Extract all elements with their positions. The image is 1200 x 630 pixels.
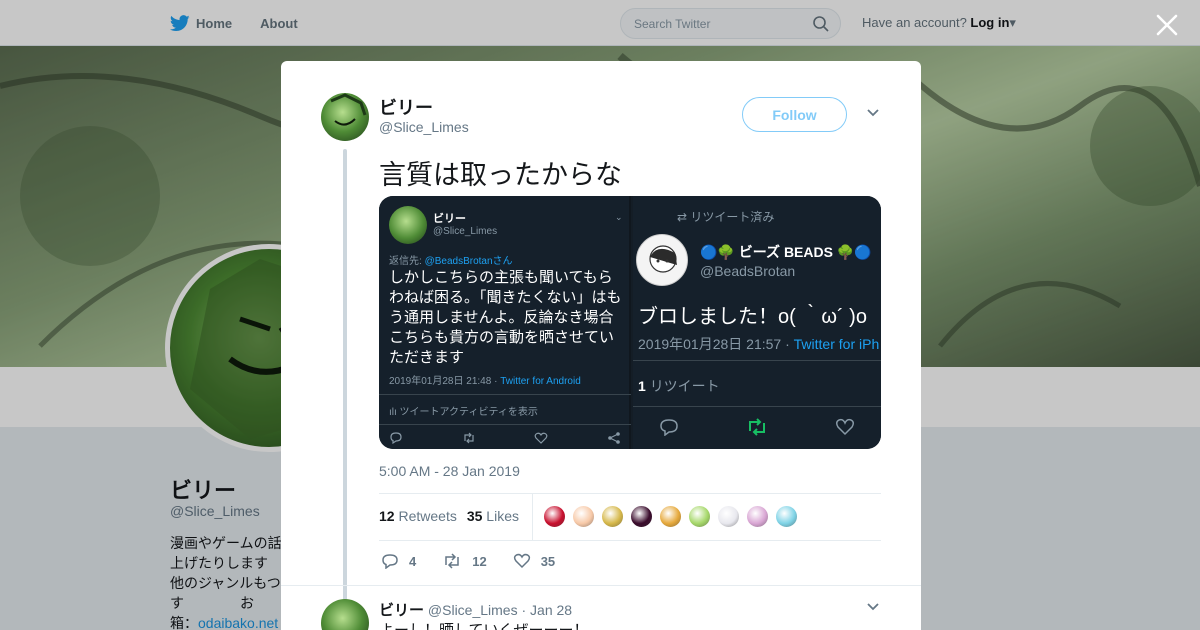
chevron-down-icon: ⌄ [615,212,623,222]
chevron-down-icon[interactable] [866,602,880,612]
screenshot-reply-to: 返信先: @BeadsBrotanさん [389,252,513,267]
chevron-down-icon[interactable] [866,108,880,118]
rt-count-label: リツイート [649,378,720,394]
screenshot-author-name: ビリー [433,213,466,225]
retweeted-text: リツイート済み [690,210,775,224]
screenshot-action-icons [659,418,855,436]
divider [633,360,881,361]
retweet-icon: ⇄ [677,210,691,224]
liker-avatar[interactable] [688,505,711,528]
retweets-stat[interactable]: 12 Retweets [379,508,457,524]
screenshot-tweet-text: ブロしました！o( ｀ω´ )o [638,306,867,328]
avatar [636,234,688,286]
screenshot-source: Twitter for Android [500,376,581,387]
screenshot-author-handle: @BeadsBrotan [700,263,796,279]
reply-count: 4 [409,553,417,569]
liker-avatar[interactable] [601,505,624,528]
screenshot-tweet-text: しかしこちらの主張も聞いてもらわねば困る。「聞きたくない」はもう通用しませんよ。… [389,269,622,366]
reply-tweet-text: よーし！晒していくぜーーー！ [379,619,589,630]
rt-count-number: 1 [638,378,646,394]
heart-icon [513,553,530,569]
avatar-art [649,245,677,273]
liker-avatar[interactable] [746,505,769,528]
likes-stat[interactable]: 35 Likes [467,508,519,524]
liker-avatars [543,505,798,528]
tweet-permalink-modal: ビリー @Slice_Limes Follow 言質は取ったからな ビリー @S… [281,61,921,630]
tweet-actions: 4 12 35 [381,553,555,569]
tweet-author-avatar[interactable] [321,93,369,141]
reply-prefix: 返信先: [389,256,425,267]
reply-icon [382,554,398,569]
follow-button[interactable]: Follow [742,97,847,132]
divider [379,424,631,425]
screenshot-timestamp: 2019年01月28日 21:48 · [389,376,501,387]
screenshot-retweet-count: 1 リツイート [638,376,720,396]
like-count: 35 [540,553,556,569]
close-modal-button[interactable] [1154,12,1180,38]
reply-icon [390,432,402,444]
divider [281,585,921,586]
tweet-author-name[interactable]: ビリー [379,94,433,120]
retweets-count: 12 [379,508,395,524]
liker-avatar[interactable] [717,505,740,528]
reply-header: ビリー @Slice_Limes · Jan 28 [379,599,572,620]
reply-author-handle[interactable]: @Slice_Limes [428,602,518,618]
screenshot-author-name: 🔵🌳 ビーズ BEADS 🌳🔵 [700,244,872,260]
divider [379,540,881,541]
liker-avatar[interactable] [572,505,595,528]
screenshot-time: 2019年01月28日 21:48 · Twitter for Android [389,372,581,387]
screenshot-retweeted-label: ⇄ リツイート済み [677,208,774,225]
liker-avatar[interactable] [775,505,798,528]
divider [532,494,533,540]
retweet-icon [749,418,765,436]
media-screenshot-right: ⇄ リツイート済み 🔵🌳 ビーズ BEADS 🌳🔵 @BeadsBrotan ブ… [633,196,881,449]
reply-icon [660,419,678,436]
avatar-art [330,93,367,126]
divider [379,394,631,395]
reply-mention: @BeadsBrotanさん [424,256,513,267]
screenshot-timestamp: 2019年01月28日 21:57 · [638,336,794,352]
likes-count: 35 [466,508,483,524]
avatar [389,206,427,244]
tweet-timestamp: 5:00 AM - 28 Jan 2019 [379,463,520,479]
tweet-stats: 12 Retweets 35 Likes [379,508,519,524]
heart-icon [534,432,548,444]
media-screenshot-left: ビリー @Slice_Limes ⌄ 返信先: @BeadsBrotanさん し… [379,196,631,449]
reply-button[interactable]: 4 [381,553,416,569]
screenshot-activity-link: ılı ツイートアクティビティを表示 [389,407,538,418]
like-button[interactable]: 35 [513,553,555,569]
tweet-media[interactable]: ビリー @Slice_Limes ⌄ 返信先: @BeadsBrotanさん し… [379,196,881,449]
liker-avatar[interactable] [659,505,682,528]
retweet-button[interactable]: 12 [442,553,487,569]
reply-author-avatar[interactable] [321,599,369,630]
screenshot-action-icons [389,432,621,444]
heart-icon [835,418,855,436]
tweet-author-handle[interactable]: @Slice_Limes [379,119,469,135]
share-icon [608,432,620,444]
screenshot-time: 2019年01月28日 21:57 · Twitter for iPh [638,334,879,354]
retweet-icon [445,553,459,569]
reply-date[interactable]: · Jan 28 [521,602,572,618]
retweets-label: Retweets [398,508,457,524]
screenshot-author-handle: @Slice_Limes [433,226,498,237]
divider [633,406,881,407]
liker-avatar[interactable] [543,505,566,528]
retweet-icon [464,432,474,444]
thread-line [343,149,347,629]
reply-author-name[interactable]: ビリー [379,602,424,619]
screenshot-source: Twitter for iPh [793,336,880,352]
close-icon [1156,14,1178,36]
likes-label: Likes [486,508,519,524]
liker-avatar[interactable] [630,505,653,528]
tweet-text: 言質は取ったからな [379,160,622,190]
divider [379,493,881,494]
retweet-count: 12 [472,553,487,569]
